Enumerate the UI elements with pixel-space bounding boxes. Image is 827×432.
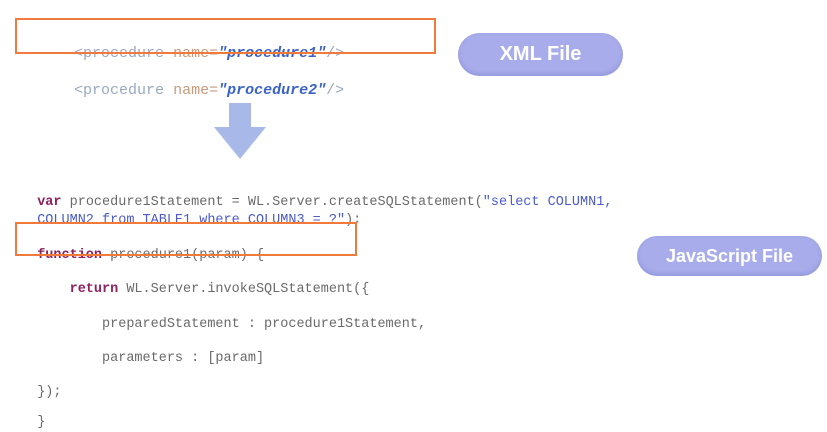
- js-function-highlight: [15, 222, 357, 256]
- js-code: parameters : [param]: [37, 351, 265, 366]
- js-line-7: });: [21, 366, 61, 400]
- js-line-8: }: [21, 396, 45, 430]
- xml-attr: name=: [173, 82, 219, 99]
- xml-tag-open: <procedure: [74, 82, 174, 99]
- js-code: preparedStatement : procedure1Statement,: [37, 317, 427, 332]
- js-line-6: parameters : [param]: [21, 332, 264, 366]
- javascript-file-label: JavaScript File: [637, 236, 822, 276]
- xml-tag-close: />: [326, 82, 345, 99]
- js-line-4: return WL.Server.invokeSQLStatement({: [21, 263, 370, 297]
- js-code: }: [37, 415, 46, 430]
- xml-indent: [38, 82, 74, 99]
- down-arrow-icon: [214, 103, 266, 159]
- xml-line-2: <procedure name="procedure2"/>: [20, 64, 344, 99]
- js-line-2: COLUMN2 from TABLE1 where COLUMN3 = ?");: [21, 194, 361, 228]
- js-keyword: return: [69, 282, 119, 297]
- xml-attr-value: "procedure2": [218, 82, 327, 99]
- js-code: WL.Server.invokeSQLStatement({: [118, 282, 370, 297]
- js-line-1: var procedure1Statement = WL.Server.crea…: [21, 176, 612, 210]
- xml-procedure1-highlight: [15, 18, 436, 54]
- js-string: "select COLUMN1,: [482, 195, 613, 210]
- js-line-5: preparedStatement : procedure1Statement,: [21, 298, 426, 332]
- xml-file-label: XML File: [458, 33, 623, 76]
- js-indent: [37, 282, 69, 297]
